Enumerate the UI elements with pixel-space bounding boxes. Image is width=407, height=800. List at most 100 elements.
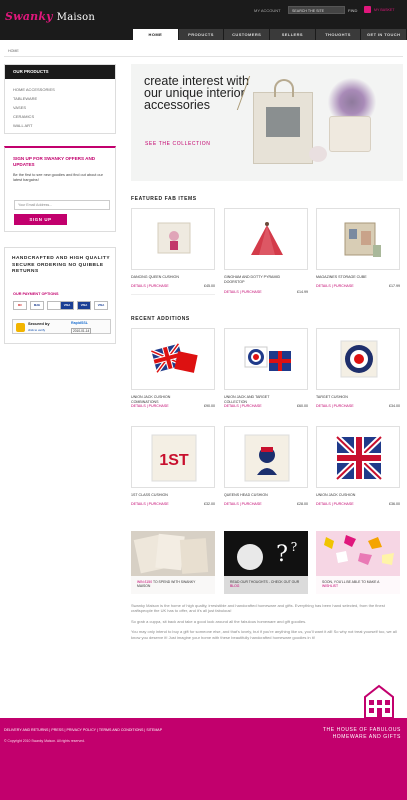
product-price: £90.00 [204, 404, 215, 408]
signup-title: SIGN UP FOR SWANKY OFFERS AND UPDATES [13, 156, 96, 167]
logo-word: Maison [56, 12, 95, 23]
product-card[interactable]: GINGHAM AND DOTTY PYRAMID DOORSTOP DETAI… [224, 208, 308, 296]
lavender-plant [327, 78, 377, 118]
yarn-ball [309, 146, 327, 162]
product-links[interactable]: DETAILS | PURCHASE [316, 284, 354, 288]
product-image[interactable] [224, 328, 308, 390]
nav-products[interactable]: PRODUCTS [178, 29, 224, 40]
wishlist-link[interactable]: WISHLIST [322, 584, 338, 588]
product-name[interactable]: UNION JACK AND TARGET COLLECTION [224, 395, 286, 404]
about-paragraph: Swanky Maison is the home of high qualit… [131, 603, 385, 614]
svg-text:?: ? [291, 540, 297, 554]
product-image[interactable] [224, 426, 308, 488]
ssl-brand: RapidSSL [71, 321, 88, 325]
product-name[interactable]: UNION JACK CUSHION [316, 493, 378, 498]
maestro-icon: MAE [30, 301, 44, 310]
promo-caption: WIN £150 TO SPEND WITH SWANKY MAISON [131, 576, 215, 594]
nav-customers[interactable]: CUSTOMERS [224, 29, 270, 40]
category-ceramics[interactable]: CERAMICS [13, 114, 34, 119]
svg-text:1ST: 1ST [159, 452, 189, 469]
product-links[interactable]: DETAILS | PURCHASE [131, 284, 169, 288]
product-price: £14.99 [297, 290, 308, 294]
blog-link[interactable]: BLOG [230, 584, 239, 588]
product-card[interactable]: 1ST 1ST CLASS CUSHION DETAILS | PURCHASE… [131, 426, 215, 514]
breadcrumb[interactable]: HOME [8, 49, 19, 53]
about-text: Swanky Maison is the home of high qualit… [131, 603, 403, 645]
product-links[interactable]: DETAILS | PURCHASE [224, 502, 262, 506]
promo-caption: SOON, YOU'LL BE ABLE TO MAKE A WISHLIST [316, 576, 400, 594]
product-name[interactable]: 1ST CLASS CUSHION [131, 493, 193, 498]
find-button[interactable]: FIND [348, 8, 357, 13]
product-image[interactable] [316, 328, 400, 390]
product-links[interactable]: DETAILS | PURCHASE [131, 404, 169, 408]
search-input[interactable]: SEARCH THE SITE [288, 6, 345, 14]
product-price: £34.00 [389, 404, 400, 408]
product-name[interactable]: QUEENS HEAD CUSHION [224, 493, 286, 498]
nav-get-in-touch[interactable]: GET IN TOUCH [361, 29, 407, 40]
product-links[interactable]: DETAILS | PURCHASE [316, 404, 354, 408]
product-name[interactable]: TARGET CUSHION [316, 395, 378, 400]
product-card[interactable]: MAGAZINES STORAGE CUBE DETAILS | PURCHAS… [316, 208, 400, 296]
product-card[interactable]: DANCING QUEEN CUSHION DETAILS | PURCHASE… [131, 208, 215, 296]
category-home-accessories[interactable]: HOME ACCESSORIES [13, 87, 55, 92]
promo-blog[interactable]: ? ? READ OUR THOUGHTS - CHECK OUT OUR BL… [224, 531, 308, 594]
signup-text: Be the first to see new goodies and find… [13, 173, 103, 182]
product-links[interactable]: DETAILS | PURCHASE [224, 404, 262, 408]
footer-tagline: THE HOUSE OF FABULOUS HOMEWARE AND GIFTS [322, 727, 401, 740]
product-name[interactable]: MAGAZINES STORAGE CUBE [316, 275, 378, 280]
product-image[interactable] [131, 328, 215, 390]
product-image[interactable] [131, 208, 215, 270]
see-collection-link[interactable]: SEE THE COLLECTION [145, 141, 210, 147]
promo-wishlist[interactable]: SOON, YOU'LL BE ABLE TO MAKE A WISHLIST [316, 531, 400, 594]
product-price: £32.00 [204, 502, 215, 506]
signup-button[interactable]: SIGN UP [14, 214, 67, 225]
ssl-date: 2010-01-14 [71, 328, 92, 334]
product-links[interactable]: DETAILS | PURCHASE [316, 502, 354, 506]
product-name[interactable]: GINGHAM AND DOTTY PYRAMID DOORSTOP [224, 275, 286, 284]
product-price: £60.00 [297, 404, 308, 408]
product-card[interactable]: UNION JACK CUSHION COMBINATIONS DETAILS … [131, 328, 215, 416]
category-tableware[interactable]: TABLEWARE [13, 96, 37, 101]
product-card[interactable]: TARGET CUSHION DETAILS | PURCHASE £34.00 [316, 328, 400, 416]
hero-banner[interactable]: create interest with our unique interior… [131, 64, 403, 181]
product-card[interactable]: QUEENS HEAD CUSHION DETAILS | PURCHASE £… [224, 426, 308, 514]
product-price: £17.99 [389, 284, 400, 288]
house-icon [364, 684, 394, 719]
promo-competition[interactable]: WIN £150 TO SPEND WITH SWANKY MAISON [131, 531, 215, 594]
nav-home[interactable]: HOME [133, 29, 178, 40]
product-image[interactable]: 1ST [131, 426, 215, 488]
category-vases[interactable]: VASES [13, 105, 26, 110]
my-account-link[interactable]: MY ACCOUNT [254, 8, 281, 13]
product-links[interactable]: DETAILS | PURCHASE [131, 502, 169, 506]
product-name[interactable]: DANCING QUEEN CUSHION [131, 275, 193, 280]
main-nav: HOME PRODUCTS CUSTOMERS SELLERS THOUGHTS… [133, 29, 407, 40]
about-paragraph: So grab a cuppa, sit back and take a goo… [131, 618, 307, 624]
my-basket-link[interactable]: MY BASKET [374, 8, 395, 12]
visa-debit-icon: VISA [77, 301, 91, 310]
email-field[interactable]: Your Email Address... [14, 200, 110, 210]
product-card[interactable]: UNION JACK AND TARGET COLLECTION DETAILS… [224, 328, 308, 416]
product-price: £45.00 [204, 284, 215, 288]
product-links[interactable]: DETAILS | PURCHASE [224, 290, 262, 294]
bag-handle [274, 79, 294, 97]
category-wall-art[interactable]: WALL ART [13, 123, 32, 128]
copyright: © Copyright 2010 Swanky Maison. All righ… [4, 739, 85, 743]
basket-icon[interactable] [364, 6, 371, 13]
nav-thoughts[interactable]: THOUGHTS [315, 29, 361, 40]
ssl-seal[interactable]: Secured by click to verify RapidSSL 2010… [12, 319, 111, 334]
visa-icon: VISA [60, 301, 74, 310]
site-header: Swanky Maison MY ACCOUNT SEARCH THE SITE… [0, 0, 407, 40]
solo-icon [47, 301, 61, 310]
product-name[interactable]: UNION JACK CUSHION COMBINATIONS [131, 395, 193, 404]
plant-pot [329, 116, 371, 152]
nav-sellers[interactable]: SELLERS [270, 29, 315, 40]
payment-title: OUR PAYMENT OPTIONS [13, 292, 59, 296]
site-logo[interactable]: Swanky Maison [5, 10, 95, 23]
footer-links[interactable]: DELIVERY AND RETURNS | PRESS | PRIVACY P… [4, 728, 162, 732]
product-image[interactable] [316, 208, 400, 270]
product-card[interactable]: UNION JACK CUSHION DETAILS | PURCHASE £3… [316, 426, 400, 514]
product-image[interactable] [224, 208, 308, 270]
product-image[interactable] [316, 426, 400, 488]
secured-by-text: Secured by [28, 321, 50, 326]
featured-title: FEATURED FAB ITEMS [131, 196, 197, 202]
